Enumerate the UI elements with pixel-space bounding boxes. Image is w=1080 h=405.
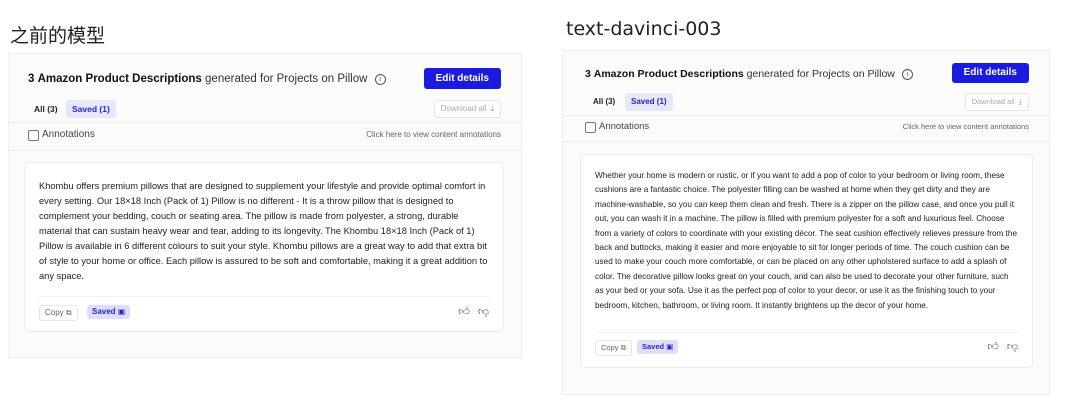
divider	[9, 122, 521, 123]
panel-title: 3 Amazon Product Descriptions generated …	[28, 73, 386, 85]
thumbs-down-icon[interactable]: 👎︎	[1007, 341, 1018, 353]
card-divider	[39, 296, 489, 297]
copy-button[interactable]: Copy ⧉	[595, 340, 632, 356]
bookmark-icon: ▣	[117, 307, 126, 316]
copy-label: Copy	[45, 308, 64, 317]
annotations-label: Annotations	[42, 129, 95, 140]
divider	[9, 150, 521, 151]
tab-saved[interactable]: Saved (1)	[625, 93, 673, 111]
content-card: Whether your home is modern or rustic, o…	[580, 154, 1033, 368]
feedback-buttons: 👍︎ 👎︎	[979, 340, 1018, 353]
edit-details-button[interactable]: Edit details	[951, 63, 1029, 83]
card-footer: Copy ⧉ Saved ▣ 👍︎ 👎︎	[39, 305, 489, 321]
feedback-buttons: 👍︎ 👎︎	[450, 305, 489, 318]
title-rest: generated for Projects on Pillow	[205, 73, 368, 85]
annotations-checkbox[interactable]	[585, 122, 596, 133]
card-divider	[595, 332, 1018, 333]
download-all-label: Download all	[440, 104, 487, 113]
panel-header: 3 Amazon Product Descriptions generated …	[585, 61, 1029, 87]
saved-button[interactable]: Saved ▣	[87, 305, 131, 319]
divider	[563, 141, 1049, 142]
title-bold: Amazon Product Descriptions	[593, 68, 744, 80]
tabs-row: All (3) Saved (1) Download all ⤓	[587, 93, 1029, 113]
content-card: Khombu offers premium pillows that are d…	[24, 162, 504, 332]
copy-icon: ⧉	[620, 343, 626, 352]
copy-icon: ⧉	[65, 308, 72, 317]
tab-all[interactable]: All (3)	[587, 93, 621, 111]
download-all-label: Download all	[971, 97, 1015, 106]
thumbs-up-icon[interactable]: 👍︎	[458, 306, 470, 318]
saved-label: Saved	[642, 342, 665, 351]
annotations-label: Annotations	[599, 121, 650, 132]
panel-title: 3 Amazon Product Descriptions generated …	[585, 68, 913, 80]
tabs-row: All (3) Saved (1) Download all ⤓	[28, 100, 501, 120]
left-panel: 3 Amazon Product Descriptions generated …	[8, 53, 522, 358]
download-icon: ⤓	[490, 104, 494, 113]
divider	[563, 115, 1049, 116]
right-column-label: text-davinci-003	[566, 18, 722, 40]
title-bold: Amazon Product Descriptions	[37, 73, 202, 85]
tab-all[interactable]: All (3)	[28, 100, 64, 118]
tab-saved[interactable]: Saved (1)	[66, 100, 116, 118]
info-icon[interactable]: i	[901, 69, 913, 80]
download-all-button[interactable]: Download all ⤓	[433, 100, 501, 118]
title-rest: generated for Projects on Pillow	[746, 68, 895, 80]
info-icon[interactable]: i	[374, 74, 386, 85]
bookmark-icon: ▣	[666, 342, 674, 351]
left-column-label: 之前的模型	[10, 25, 106, 47]
annotations-checkbox[interactable]	[28, 130, 39, 141]
content-text: Khombu offers premium pillows that are d…	[39, 181, 488, 281]
title-count: 3	[585, 68, 591, 80]
download-icon: ⤓	[1018, 97, 1022, 106]
title-count: 3	[28, 73, 35, 85]
card-footer: Copy ⧉ Saved ▣ 👍︎ 👎︎	[595, 340, 1018, 356]
panel-header: 3 Amazon Product Descriptions generated …	[28, 66, 501, 92]
annotations-row: Annotations Click here to view content a…	[585, 121, 1029, 136]
thumbs-up-icon[interactable]: 👍︎	[987, 341, 999, 353]
annotations-row: Annotations Click here to view content a…	[28, 129, 501, 144]
copy-button[interactable]: Copy ⧉	[39, 305, 78, 321]
thumbs-down-icon[interactable]: 👎︎	[478, 306, 489, 318]
copy-label: Copy	[601, 343, 619, 352]
right-panel: 3 Amazon Product Descriptions generated …	[562, 50, 1050, 395]
saved-label: Saved	[92, 307, 116, 316]
download-all-button[interactable]: Download all ⤓	[964, 93, 1029, 111]
saved-button[interactable]: Saved ▣	[637, 340, 679, 354]
annotations-hint-link[interactable]: Click here to view content annotations	[903, 122, 1029, 131]
annotations-hint-link[interactable]: Click here to view content annotations	[366, 130, 501, 139]
content-text: Whether your home is modern or rustic, o…	[595, 171, 1018, 310]
edit-details-button[interactable]: Edit details	[423, 68, 501, 89]
